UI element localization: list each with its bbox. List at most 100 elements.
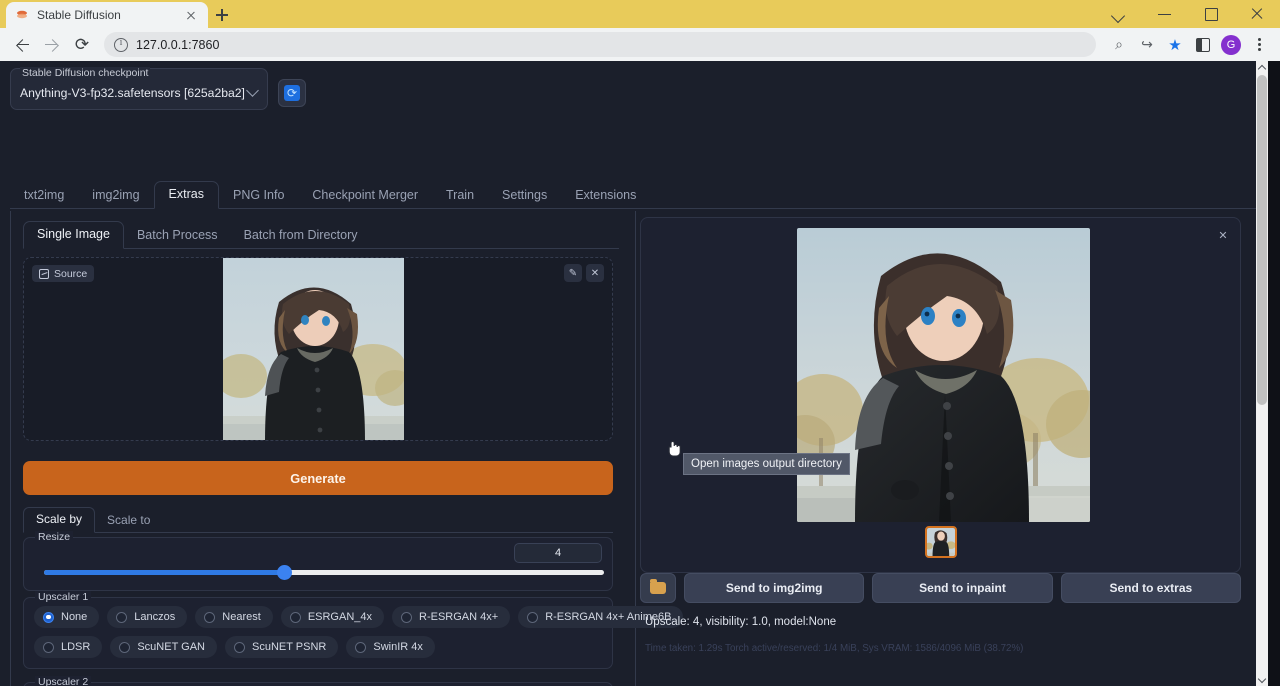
scrollbar-thumb[interactable]: [1257, 75, 1267, 405]
tab-title: Stable Diffusion: [37, 8, 175, 22]
radio-upscaler1-lanczos[interactable]: Lanczos: [107, 606, 187, 628]
open-output-directory-button[interactable]: [640, 573, 676, 603]
new-tab-button[interactable]: [208, 2, 236, 28]
radio-upscaler1-none[interactable]: None: [34, 606, 99, 628]
share-icon[interactable]: ↪: [1134, 32, 1160, 58]
tab-checkpoint-merger[interactable]: Checkpoint Merger: [298, 183, 432, 209]
address-bar[interactable]: 127.0.0.1:7860: [104, 32, 1096, 57]
resize-value-input[interactable]: 4: [514, 543, 602, 563]
radio-label: None: [61, 611, 87, 623]
tab-strip: Stable Diffusion: [0, 0, 1280, 28]
site-info-icon[interactable]: [114, 38, 128, 52]
radio-dot: [43, 642, 54, 653]
radio-dot: [527, 612, 538, 623]
resize-slider-group: Resize 4: [23, 537, 613, 591]
radio-upscaler1-esrgan-4x[interactable]: ESRGAN_4x: [281, 606, 384, 628]
checkpoint-select[interactable]: Stable Diffusion checkpoint Anything-V3-…: [10, 68, 268, 110]
radio-upscaler1-scunet-psnr[interactable]: ScuNET PSNR: [225, 636, 338, 658]
page-scrollbar[interactable]: [1256, 61, 1268, 686]
upscaler-2-label: Upscaler 2: [35, 676, 91, 686]
radio-dot: [204, 612, 215, 623]
radio-label: R-ESRGAN 4x+: [419, 611, 498, 623]
radio-label: SwinIR 4x: [373, 641, 423, 653]
source-image-dropzone[interactable]: Source ✎ ✕: [23, 257, 613, 441]
checkpoint-label: Stable Diffusion checkpoint: [20, 67, 150, 79]
send-to-inpaint-button[interactable]: Send to inpaint: [872, 573, 1052, 603]
tab-scale-to[interactable]: Scale to: [95, 509, 162, 533]
status-text: Upscale: 4, visibility: 1.0, model:None: [645, 616, 836, 628]
radio-upscaler1-swinir-4x[interactable]: SwinIR 4x: [346, 636, 435, 658]
radio-dot: [355, 642, 366, 653]
radio-dot: [401, 612, 412, 623]
maximize-button[interactable]: [1188, 0, 1234, 28]
source-image-tools: ✎ ✕: [564, 264, 604, 282]
mouse-cursor: [668, 439, 684, 459]
folder-icon: [650, 582, 666, 594]
tab-train[interactable]: Train: [432, 183, 488, 209]
radio-upscaler1-ldsr[interactable]: LDSR: [34, 636, 102, 658]
radio-upscaler1-nearest[interactable]: Nearest: [195, 606, 273, 628]
resize-label: Resize: [35, 531, 73, 543]
refresh-icon: ⟳: [284, 85, 300, 101]
tab-batch-from-directory[interactable]: Batch from Directory: [231, 223, 371, 249]
page-viewport: Stable Diffusion checkpoint Anything-V3-…: [0, 61, 1280, 686]
upscaler-1-label: Upscaler 1: [35, 591, 91, 603]
tab-batch-process[interactable]: Batch Process: [124, 223, 231, 249]
tab-scale-by[interactable]: Scale by: [23, 507, 95, 533]
url-text: 127.0.0.1:7860: [136, 38, 219, 52]
avatar[interactable]: G: [1218, 32, 1244, 58]
resize-slider-thumb[interactable]: [277, 565, 292, 580]
generate-button[interactable]: Generate: [23, 461, 613, 495]
tab-close-icon[interactable]: [183, 7, 199, 23]
bookmark-icon[interactable]: ★: [1162, 32, 1188, 58]
extras-sub-tabs: Single Image Batch Process Batch from Di…: [23, 219, 619, 249]
resize-slider-track[interactable]: [44, 570, 604, 575]
back-arrow-icon[interactable]: [8, 31, 36, 59]
result-actions: Send to img2img Send to inpaint Send to …: [640, 573, 1241, 603]
send-to-extras-button[interactable]: Send to extras: [1061, 573, 1241, 603]
tab-single-image[interactable]: Single Image: [23, 221, 124, 249]
tab-extensions[interactable]: Extensions: [561, 183, 650, 209]
browser-window: Stable Diffusion ⟳ 127.0.0.1:7860 ⌕ ↪ ★ …: [0, 0, 1280, 686]
result-thumbnail[interactable]: [925, 526, 957, 558]
close-icon[interactable]: ✕: [1214, 226, 1232, 244]
close-window-button[interactable]: [1234, 0, 1280, 28]
scroll-up-arrow[interactable]: [1256, 61, 1268, 73]
radio-dot: [290, 612, 301, 623]
send-to-img2img-button[interactable]: Send to img2img: [684, 573, 864, 603]
resize-slider-fill: [44, 570, 285, 575]
tab-txt2img[interactable]: txt2img: [10, 183, 78, 209]
tab-png-info[interactable]: PNG Info: [219, 183, 298, 209]
radio-label: ScuNET PSNR: [252, 641, 326, 653]
result-thumbnail-strip: [641, 526, 1240, 558]
chevron-down-icon[interactable]: [246, 84, 259, 97]
close-icon[interactable]: ✕: [586, 264, 604, 282]
chevron-down-icon[interactable]: [1096, 0, 1142, 28]
checkpoint-value: Anything-V3-fp32.safetensors [625a2ba2]: [20, 86, 245, 100]
source-image: [223, 258, 404, 441]
kebab-menu-icon[interactable]: [1246, 32, 1272, 58]
tab-settings[interactable]: Settings: [488, 183, 561, 209]
browser-tab[interactable]: Stable Diffusion: [6, 2, 208, 28]
side-panel-icon[interactable]: [1190, 32, 1216, 58]
reload-icon[interactable]: ⟳: [68, 31, 96, 59]
timing-text: Time taken: 1.29s Torch active/reserved:…: [645, 643, 1023, 654]
minimize-button[interactable]: [1142, 0, 1188, 28]
result-image[interactable]: [797, 228, 1090, 522]
edit-icon[interactable]: ✎: [564, 264, 582, 282]
left-panel: Single Image Batch Process Batch from Di…: [10, 211, 636, 686]
radio-dot: [119, 642, 130, 653]
zoom-icon[interactable]: ⌕: [1106, 32, 1132, 58]
upscaler-1-row-1: None Lanczos Nearest ESRGAN_4x R-ESRGAN …: [24, 606, 612, 628]
scroll-down-arrow[interactable]: [1256, 674, 1268, 686]
checkpoint-row: Stable Diffusion checkpoint Anything-V3-…: [10, 68, 306, 110]
tab-img2img[interactable]: img2img: [78, 183, 153, 209]
source-badge-label: Source: [54, 268, 87, 280]
radio-upscaler1-scunet-gan[interactable]: ScuNET GAN: [110, 636, 217, 658]
forward-arrow-icon[interactable]: [38, 31, 66, 59]
tab-extras[interactable]: Extras: [154, 181, 219, 209]
radio-label: ESRGAN_4x: [308, 611, 372, 623]
refresh-checkpoints-button[interactable]: ⟳: [278, 79, 306, 107]
radio-dot: [234, 642, 245, 653]
radio-upscaler1-r-esrgan-4x-plus[interactable]: R-ESRGAN 4x+: [392, 606, 510, 628]
